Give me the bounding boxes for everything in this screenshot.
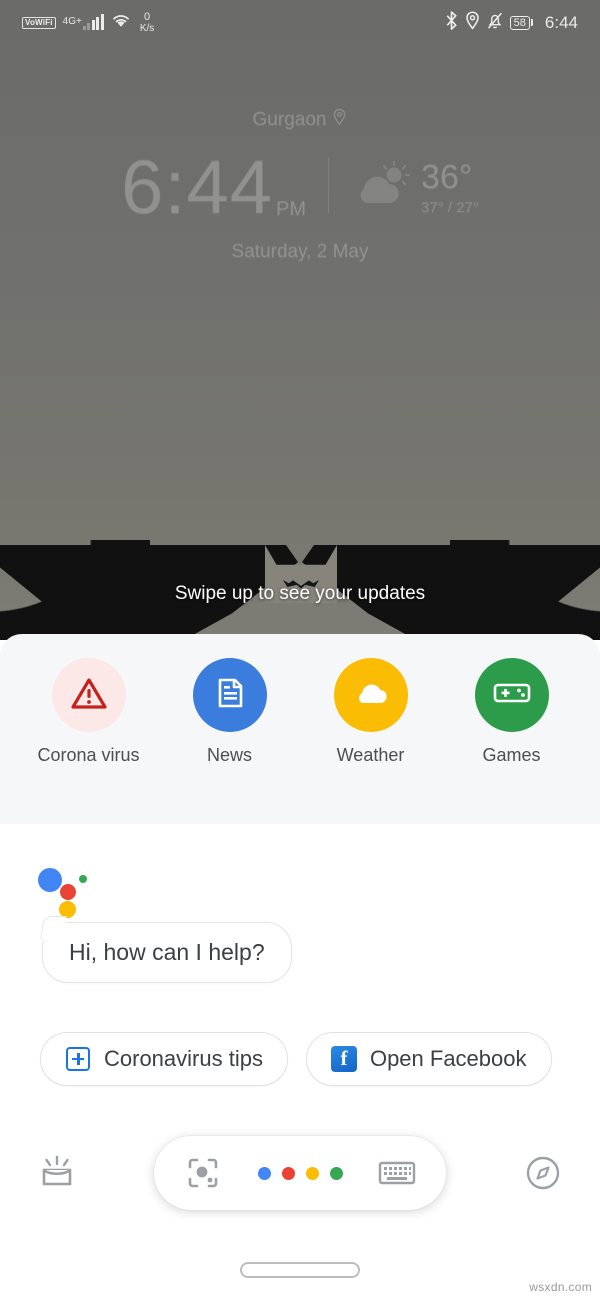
chip-open-facebook[interactable]: f Open Facebook — [305, 1032, 552, 1086]
chip-open-facebook-label: Open Facebook — [369, 1046, 527, 1071]
weather-current-temp: 36° — [421, 157, 473, 196]
keyboard-icon[interactable] — [374, 1150, 420, 1196]
warning-triangle-icon — [70, 675, 108, 716]
status-bar-clock: 6:44 — [544, 13, 578, 32]
assistant-dot-blue — [38, 868, 62, 892]
weather-temps: 36° 37° / 27° — [421, 160, 479, 216]
clock-weather-widget[interactable]: Gurgaon 6 : 44 PM 36° 37° / 27° Saturday… — [0, 108, 600, 263]
clock-minute: 44 — [186, 145, 274, 230]
mic-dot-green — [329, 1166, 343, 1180]
explore-compass-icon[interactable] — [520, 1150, 566, 1196]
location-icon — [465, 11, 480, 35]
battery-icon: 58 — [509, 15, 533, 31]
assistant-greeting-bubble: Hi, how can I help? — [42, 922, 292, 983]
assistant-dot-green — [79, 875, 87, 883]
suggestion-sheet: Corona virus News Weather Games — [0, 634, 600, 824]
alarm-muted-icon — [487, 11, 503, 35]
assistant-panel: Hi, how can I help? Coronavirus tips f O… — [0, 824, 600, 1300]
widget-clock[interactable]: 6 : 44 PM — [121, 144, 306, 231]
assistant-bottom-bar — [0, 1136, 600, 1210]
widget-date: Saturday, 2 May — [231, 241, 369, 262]
home-pill-indicator[interactable] — [240, 1262, 360, 1278]
shortcut-weather[interactable]: Weather — [311, 658, 431, 767]
bluetooth-icon — [445, 11, 458, 35]
wifi-icon — [111, 12, 131, 33]
mic-dot-yellow — [305, 1166, 319, 1180]
mic-dot-blue — [257, 1166, 271, 1180]
status-bar: VoWiFi 4G+ 0 K/s 58 6:44 — [0, 0, 600, 46]
clock-hour: 6 — [121, 145, 165, 230]
shortcut-news-label: News — [206, 745, 252, 765]
widget-location[interactable]: Gurgaon — [0, 108, 600, 132]
signal-bars-icon — [82, 13, 104, 30]
widget-location-label: Gurgaon — [252, 109, 327, 130]
widget-divider — [328, 156, 330, 213]
assistant-dot-red — [60, 884, 76, 900]
shortcut-games-label: Games — [482, 745, 541, 765]
shortcut-games[interactable]: Games — [452, 658, 572, 767]
shortcut-coronavirus-label: Corona virus — [37, 745, 140, 765]
cellular-signal-icon: 4G+ — [63, 13, 104, 30]
shortcut-games-bubble — [474, 658, 549, 732]
home-screen-wallpaper: VoWiFi 4G+ 0 K/s 58 6:44 Gurgaon 6: 44 … — [0, 0, 600, 640]
shortcut-news[interactable]: News — [170, 658, 290, 767]
google-lens-icon[interactable] — [180, 1150, 226, 1196]
vowifi-icon: VoWiFi — [22, 16, 56, 29]
data-rate-indicator: 0 K/s — [139, 10, 155, 34]
location-pin-icon — [332, 108, 347, 132]
status-bar-right: 58 6:44 — [445, 11, 578, 35]
status-bar-left: VoWiFi 4G+ 0 K/s — [22, 10, 155, 34]
assistant-input-pill — [154, 1136, 446, 1210]
shortcut-coronavirus[interactable]: Corona virus — [29, 658, 149, 767]
watermark: wsxdn.com — [529, 1280, 592, 1294]
swipe-up-hint[interactable]: Swipe up to see your updates — [0, 583, 600, 605]
cloud-icon — [351, 678, 391, 713]
weather-temp-range: 37° / 27° — [421, 198, 479, 216]
partly-cloudy-icon — [351, 161, 413, 214]
medical-plus-icon — [65, 1046, 91, 1072]
mic-dot-red — [281, 1166, 295, 1180]
google-assistant-logo-icon — [38, 862, 90, 918]
assistant-mic-button[interactable] — [257, 1166, 343, 1180]
widget-weather[interactable]: 36° 37° / 27° — [351, 160, 479, 216]
document-icon — [212, 675, 248, 716]
suggestion-chips: Coronavirus tips f Open Facebook — [40, 1032, 552, 1086]
shortcut-weather-label: Weather — [336, 745, 405, 765]
clock-separator: : — [164, 145, 187, 230]
chip-coronavirus-tips[interactable]: Coronavirus tips — [40, 1032, 288, 1086]
system-navigation-bar — [0, 1240, 600, 1300]
clock-ampm: PM — [276, 198, 307, 220]
assistant-greeting-text: Hi, how can I help? — [69, 939, 265, 965]
gamepad-icon — [492, 679, 532, 712]
widget-main-row: 6 : 44 PM 36° 37° / 27° — [0, 144, 600, 231]
facebook-icon: f — [330, 1046, 357, 1072]
shortcut-row: Corona virus News Weather Games — [0, 634, 600, 767]
snapshot-updates-icon[interactable] — [34, 1150, 80, 1196]
chip-coronavirus-tips-label: Coronavirus tips — [104, 1046, 263, 1071]
shortcut-weather-bubble — [333, 658, 408, 732]
shortcut-coronavirus-bubble — [51, 658, 126, 732]
shortcut-news-bubble — [192, 658, 267, 732]
